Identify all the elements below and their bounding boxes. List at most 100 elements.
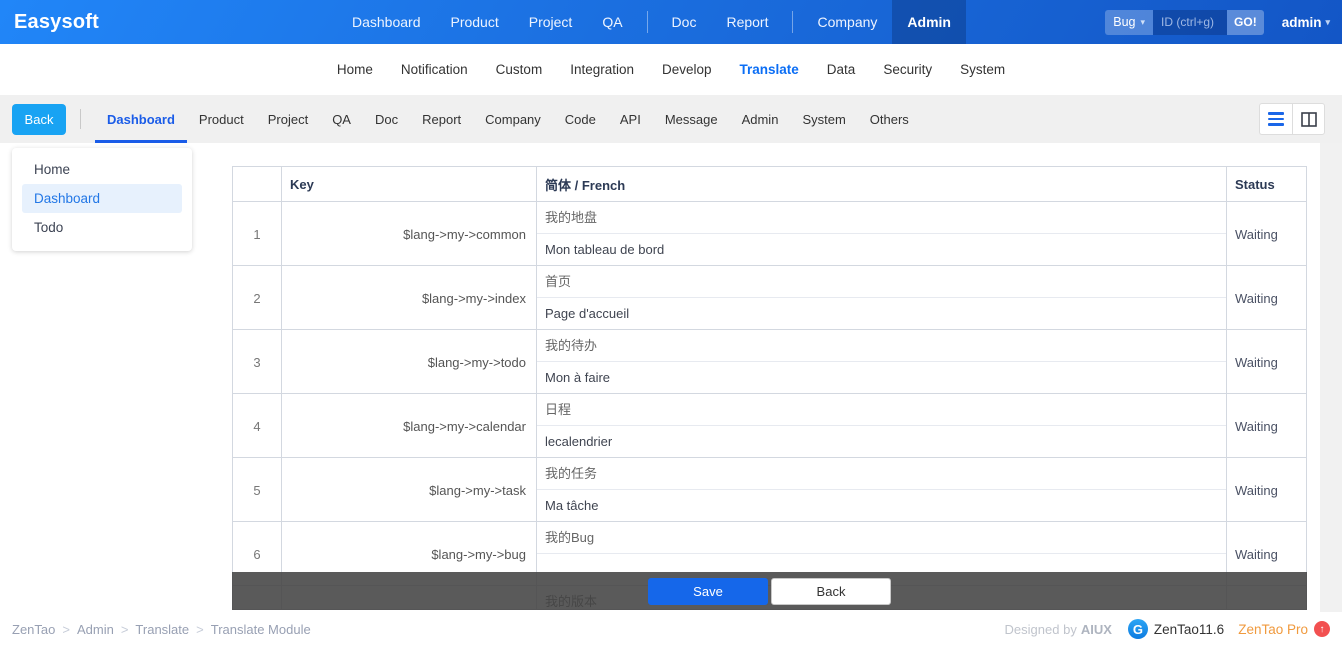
- go-button[interactable]: GO!: [1227, 10, 1264, 35]
- tab-message[interactable]: Message: [653, 95, 730, 143]
- designed-by-label: Designed by: [1005, 622, 1077, 637]
- content-scrollbar[interactable]: [1320, 143, 1342, 612]
- breadcrumb-separator: >: [121, 622, 129, 637]
- breadcrumb-separator: >: [196, 622, 204, 637]
- row-key: $lang->my->todo: [282, 330, 537, 394]
- row-index: 4: [233, 394, 282, 458]
- table-row: 3 $lang->my->todo 我的待办 Mon à faire Waiti…: [233, 330, 1306, 394]
- topnav-product[interactable]: Product: [435, 0, 513, 44]
- module-tabs: Dashboard Product Project QA Doc Report …: [95, 95, 921, 143]
- row-index: 2: [233, 266, 282, 330]
- column-view-icon: [1301, 112, 1317, 127]
- search-module-label: Bug: [1113, 15, 1135, 29]
- tab-dashboard[interactable]: Dashboard: [95, 95, 187, 143]
- tab-code[interactable]: Code: [553, 95, 608, 143]
- source-text: 我的地盘: [537, 202, 1226, 234]
- form-back-button[interactable]: Back: [771, 578, 891, 605]
- row-key: $lang->my->common: [282, 202, 537, 266]
- status-label: Waiting: [1227, 202, 1306, 266]
- designer-name: AIUX: [1081, 622, 1112, 637]
- caret-down-icon: ▾: [1141, 17, 1146, 28]
- row-translation: 我的待办 Mon à faire: [537, 330, 1227, 394]
- tab-report[interactable]: Report: [410, 95, 473, 143]
- column-view-button[interactable]: [1292, 103, 1325, 135]
- topbar-nav: Dashboard Product Project QA Doc Report …: [337, 0, 966, 44]
- zentao-logo-icon: G: [1128, 619, 1148, 639]
- action-bar: Save Back: [232, 572, 1307, 610]
- translation-input[interactable]: Page d'accueil: [537, 298, 1226, 330]
- subnav-develop[interactable]: Develop: [648, 62, 726, 77]
- topnav-divider: [647, 11, 648, 33]
- subnav-system[interactable]: System: [946, 62, 1019, 77]
- save-button[interactable]: Save: [648, 578, 768, 605]
- source-text: 日程: [537, 394, 1226, 426]
- tab-company[interactable]: Company: [473, 95, 553, 143]
- toolbar-divider: [80, 109, 81, 129]
- header-status: Status: [1227, 167, 1306, 201]
- translation-input[interactable]: Mon tableau de bord: [537, 234, 1226, 266]
- zentao-pro-link[interactable]: ZenTao Pro: [1238, 622, 1308, 637]
- status-label: Waiting: [1227, 330, 1306, 394]
- list-view-button[interactable]: [1259, 103, 1292, 135]
- status-label: Waiting: [1227, 458, 1306, 522]
- list-view-icon: [1268, 112, 1284, 126]
- subnav-data[interactable]: Data: [813, 62, 870, 77]
- subnav-custom[interactable]: Custom: [482, 62, 557, 77]
- upgrade-icon[interactable]: ↑: [1314, 621, 1330, 637]
- breadcrumb-translate[interactable]: Translate: [135, 622, 189, 637]
- subnav-translate[interactable]: Translate: [726, 62, 813, 77]
- topnav-qa[interactable]: QA: [587, 0, 637, 44]
- footer-right: Designed by AIUX G ZenTao11.6 ZenTao Pro…: [1005, 619, 1330, 639]
- topnav-project[interactable]: Project: [514, 0, 588, 44]
- main-content: Home Dashboard Todo Key 简体 / French Stat…: [0, 143, 1342, 612]
- topbar-right: Bug ▾ GO! admin ▾: [1105, 10, 1330, 35]
- status-label: Waiting: [1227, 394, 1306, 458]
- quick-search: Bug ▾ GO!: [1105, 10, 1263, 35]
- subnav-integration[interactable]: Integration: [556, 62, 648, 77]
- search-module-select[interactable]: Bug ▾: [1105, 10, 1153, 35]
- sidebar-item-dashboard[interactable]: Dashboard: [22, 184, 182, 213]
- row-index: 5: [233, 458, 282, 522]
- topnav-divider: [792, 11, 793, 33]
- topnav-doc[interactable]: Doc: [657, 0, 712, 44]
- search-input[interactable]: [1153, 10, 1227, 35]
- back-button[interactable]: Back: [12, 104, 66, 135]
- tab-qa[interactable]: QA: [320, 95, 363, 143]
- row-translation: 日程 lecalendrier: [537, 394, 1227, 458]
- tab-admin[interactable]: Admin: [730, 95, 791, 143]
- user-menu[interactable]: admin ▾: [1282, 15, 1330, 30]
- tab-others[interactable]: Others: [858, 95, 921, 143]
- table-header-row: Key 简体 / French Status: [233, 167, 1306, 202]
- tab-doc[interactable]: Doc: [363, 95, 410, 143]
- translation-input[interactable]: Ma tâche: [537, 490, 1226, 522]
- topnav-dashboard[interactable]: Dashboard: [337, 0, 436, 44]
- row-key: $lang->my->index: [282, 266, 537, 330]
- breadcrumb-zentao[interactable]: ZenTao: [12, 622, 55, 637]
- translation-input[interactable]: Mon à faire: [537, 362, 1226, 394]
- source-text: 我的Bug: [537, 522, 1226, 554]
- sidebar-item-home[interactable]: Home: [12, 155, 192, 184]
- subnav-notification[interactable]: Notification: [387, 62, 482, 77]
- status-label: Waiting: [1227, 266, 1306, 330]
- table-row: 4 $lang->my->calendar 日程 lecalendrier Wa…: [233, 394, 1306, 458]
- breadcrumb-admin[interactable]: Admin: [77, 622, 114, 637]
- topnav-admin[interactable]: Admin: [892, 0, 966, 44]
- zentao-version: ZenTao11.6: [1154, 622, 1224, 637]
- breadcrumb-current: Translate Module: [211, 622, 311, 637]
- sidebar-item-todo[interactable]: Todo: [12, 213, 192, 242]
- topbar: Easysoft Dashboard Product Project QA Do…: [0, 0, 1342, 44]
- tab-system[interactable]: System: [790, 95, 857, 143]
- tab-product[interactable]: Product: [187, 95, 256, 143]
- brand-logo[interactable]: Easysoft: [14, 11, 99, 34]
- tab-api[interactable]: API: [608, 95, 653, 143]
- translation-input[interactable]: lecalendrier: [537, 426, 1226, 458]
- subnav-security[interactable]: Security: [869, 62, 946, 77]
- row-key: $lang->my->task: [282, 458, 537, 522]
- subnav-home[interactable]: Home: [323, 62, 387, 77]
- tab-project[interactable]: Project: [256, 95, 320, 143]
- topnav-company[interactable]: Company: [802, 0, 892, 44]
- module-toolbar: Back Dashboard Product Project QA Doc Re…: [0, 95, 1342, 143]
- header-index: [233, 167, 282, 201]
- table-row: 5 $lang->my->task 我的任务 Ma tâche Waiting: [233, 458, 1306, 522]
- topnav-report[interactable]: Report: [711, 0, 783, 44]
